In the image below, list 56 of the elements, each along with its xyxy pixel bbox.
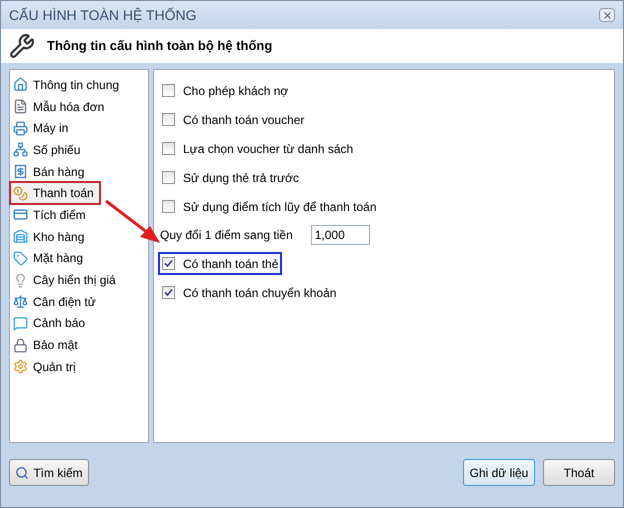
- sidebar-item[interactable]: Quản trị: [10, 356, 146, 378]
- sidebar-item[interactable]: Mặt hàng: [10, 248, 146, 270]
- close-button[interactable]: [599, 8, 615, 22]
- exit-button[interactable]: Thoát: [543, 459, 615, 486]
- search-button[interactable]: Tìm kiếm: [9, 459, 89, 486]
- card-icon: [13, 207, 28, 222]
- sidebar-item[interactable]: Tích điểm: [10, 204, 146, 226]
- sidebar-item[interactable]: Máy in: [10, 117, 146, 140]
- pointer-arrow: [104, 199, 162, 245]
- sidebar-item[interactable]: Bán hàng: [10, 160, 146, 182]
- header-title: Thông tin cấu hình toàn bộ hệ thống: [47, 37, 272, 56]
- sidebar-item[interactable]: Bảo mật: [10, 334, 146, 356]
- network-icon: [13, 142, 28, 158]
- tag-icon: [13, 250, 28, 266]
- checkbox-option[interactable]: Sử dụng điểm tích lũy để thanh toán: [160, 192, 378, 221]
- checkbox[interactable]: [162, 200, 175, 213]
- printer-icon: [13, 120, 28, 136]
- sidebar-item[interactable]: Cây hiển thị giá: [10, 269, 146, 291]
- number-field[interactable]: 1,000: [310, 225, 370, 245]
- receipt-icon: [13, 164, 28, 180]
- checkbox[interactable]: [162, 113, 175, 126]
- house-icon: [13, 229, 28, 244]
- tools-icon: [9, 33, 35, 59]
- sidebar-item[interactable]: Mẫu hóa đơn: [10, 96, 146, 118]
- gear-icon: [13, 359, 28, 374]
- checkbox-option[interactable]: Có thanh toán thẻ: [160, 254, 280, 273]
- scale-icon: [13, 294, 28, 310]
- checkbox-option[interactable]: Có thanh toán voucher: [160, 105, 306, 134]
- sidebar-item[interactable]: Kho hàng: [10, 226, 146, 248]
- checkbox-option[interactable]: Lựa chọn voucher từ danh sách: [160, 134, 356, 163]
- checkbox[interactable]: [162, 257, 175, 270]
- sidebar-item[interactable]: Thông tin chung: [10, 74, 146, 96]
- checkbox-option[interactable]: Có thanh toán chuyển khoản: [160, 278, 338, 307]
- checkbox[interactable]: [162, 286, 175, 299]
- close-icon: [602, 10, 612, 20]
- sidebar-item[interactable]: Thanh toán: [10, 182, 100, 204]
- lightbulb-icon: [13, 272, 28, 288]
- checkbox-option[interactable]: Cho phép khách nợ: [160, 76, 290, 105]
- search-icon: [15, 466, 30, 480]
- checkbox[interactable]: [162, 171, 175, 184]
- checkmark-icon: [164, 288, 173, 297]
- checkbox-option[interactable]: Sử dụng thẻ trả trước: [160, 163, 301, 192]
- padlock-icon: [13, 338, 28, 353]
- checkmark-icon: [164, 259, 173, 268]
- coins-icon: [13, 186, 28, 201]
- checkbox[interactable]: [162, 84, 175, 97]
- speech-bubble-icon: [13, 316, 28, 331]
- house-icon: [13, 77, 28, 92]
- sidebar-item[interactable]: Cân điện tử: [10, 290, 146, 313]
- sidebar-item[interactable]: Số phiếu: [10, 139, 146, 161]
- save-button[interactable]: Ghi dữ liệu: [463, 459, 535, 486]
- field-label: Quy đổi 1 điểm sang tiền: [160, 227, 293, 244]
- window-title: CẤU HÌNH TOÀN HỆ THỐNG: [9, 6, 196, 24]
- checkbox[interactable]: [162, 142, 175, 155]
- sidebar-item[interactable]: Cảnh báo: [10, 312, 146, 334]
- document-icon: [13, 99, 28, 114]
